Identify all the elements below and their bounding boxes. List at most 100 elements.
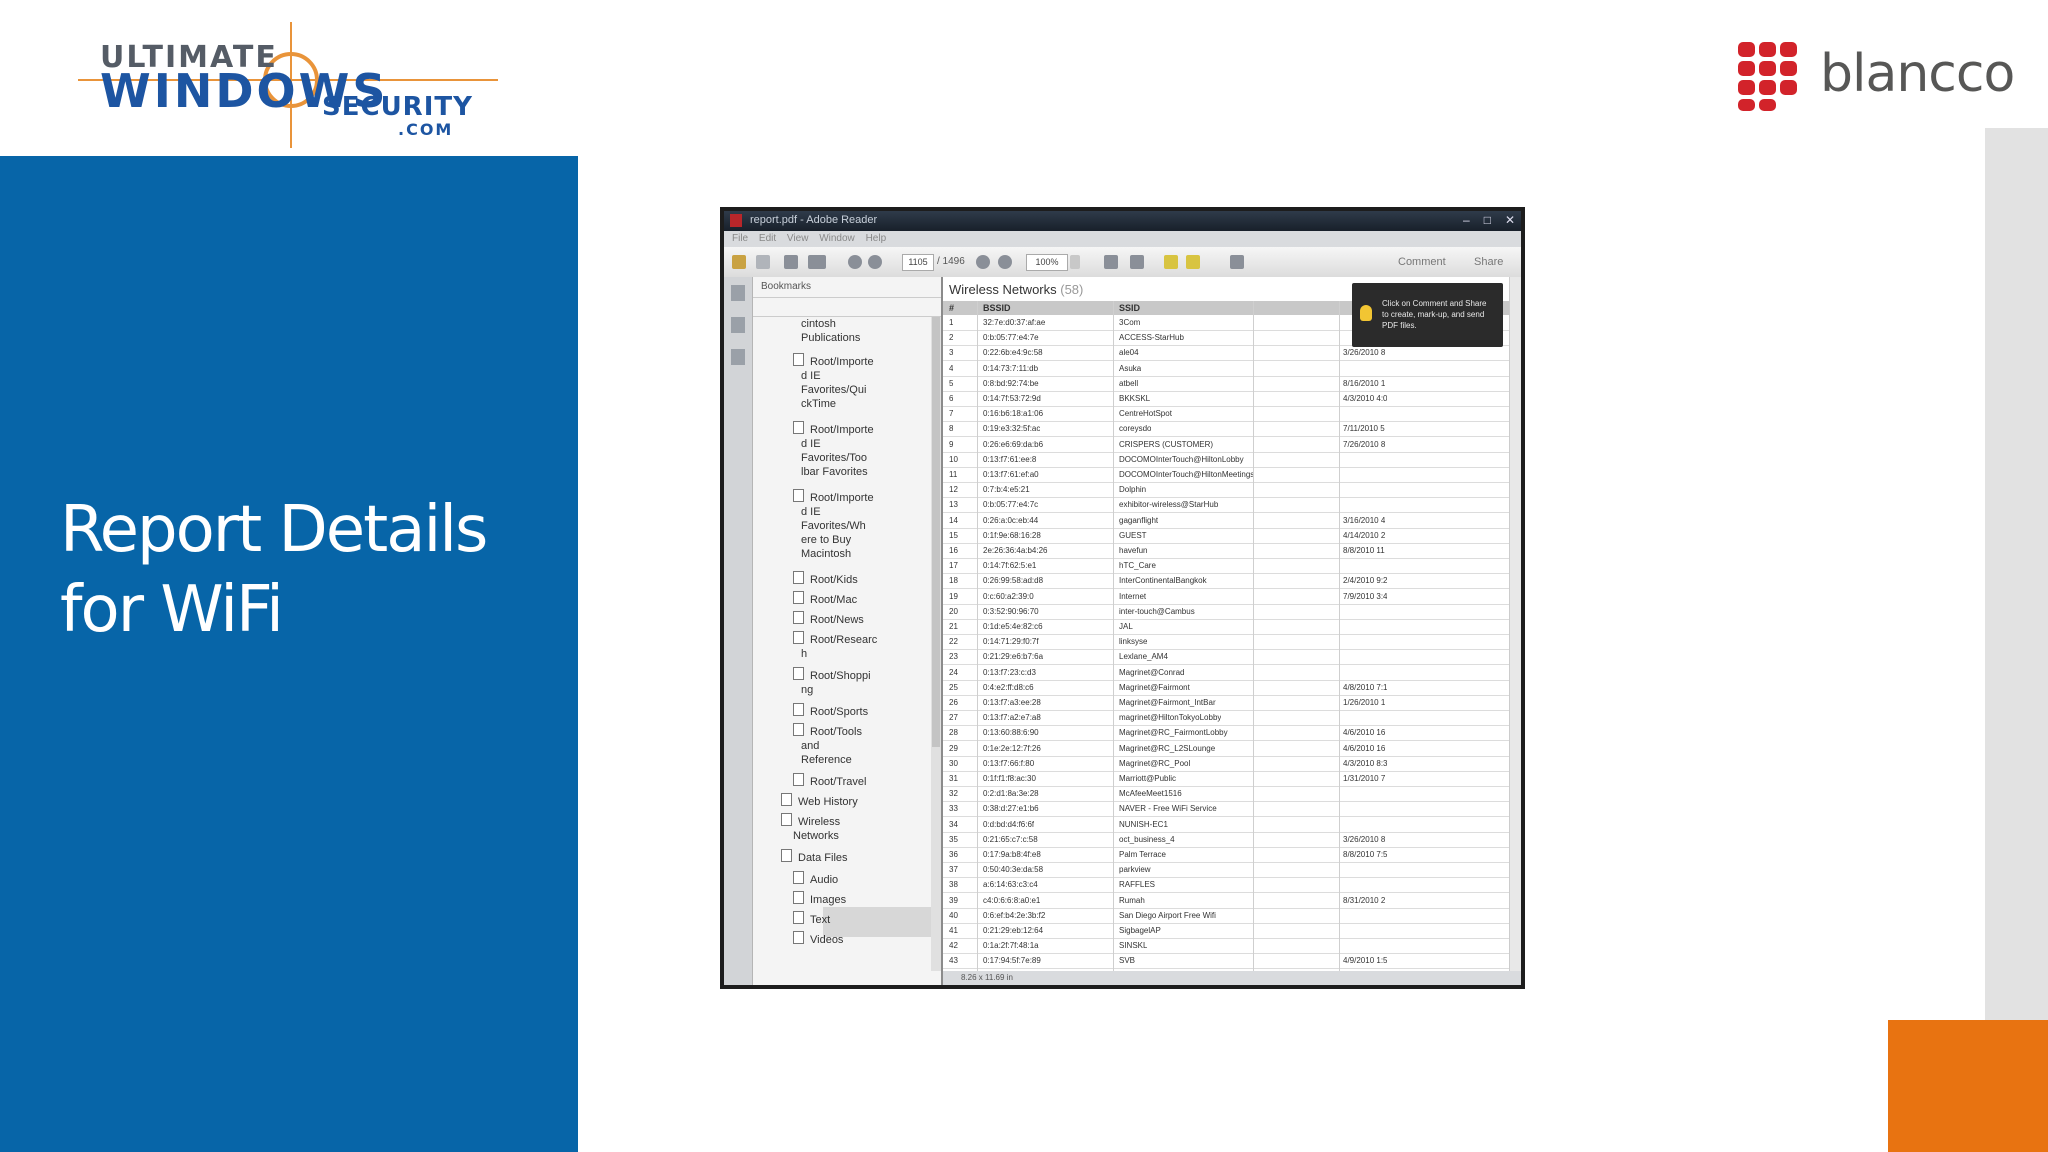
table-cell: Magrinet@Fairmont: [1119, 682, 1190, 692]
minimize-icon[interactable]: –: [1463, 213, 1470, 227]
bookmark-item[interactable]: and: [801, 739, 819, 753]
status-bar: 8.26 x 11.69 in: [943, 971, 1521, 985]
bookmark-item[interactable]: Root/Sports: [793, 703, 868, 719]
zoom-out-icon[interactable]: [976, 255, 990, 269]
bookmark-item[interactable]: d IE: [801, 437, 821, 451]
sticky-note-icon[interactable]: [1164, 255, 1178, 269]
zoom-in-icon[interactable]: [998, 255, 1012, 269]
email-icon[interactable]: [808, 255, 826, 269]
page-thumbnails-icon[interactable]: [731, 285, 745, 301]
bookmark-item[interactable]: Root/Importe: [793, 421, 874, 437]
bookmark-item[interactable]: Favorites/Qui: [801, 383, 866, 397]
bookmark-item[interactable]: Root/Travel: [793, 773, 866, 789]
table-cell: 8/16/2010 1: [1343, 378, 1386, 388]
table-cell: 0:21:29:e6:b7:6a: [983, 652, 1044, 662]
bookmark-item[interactable]: Favorites/Wh: [801, 519, 866, 533]
scroll-thumb[interactable]: [932, 317, 940, 747]
bookmark-item[interactable]: Reference: [801, 753, 852, 767]
bookmark-item[interactable]: Root/Importe: [793, 489, 874, 505]
bookmark-label: h: [801, 648, 808, 660]
bookmark-item[interactable]: ckTime: [801, 397, 836, 411]
document-scrollbar[interactable]: [1509, 277, 1521, 971]
bookmark-item[interactable]: h: [801, 647, 807, 661]
comment-button[interactable]: Comment: [1398, 256, 1446, 268]
table-cell: 0:21:65:c7:c:58: [983, 834, 1038, 844]
bookmark-item[interactable]: Root/Mac: [793, 591, 857, 607]
bookmarks-icon[interactable]: [731, 317, 745, 333]
bookmark-item[interactable]: Text: [793, 911, 830, 927]
expand-icon[interactable]: [1230, 255, 1244, 269]
table-cell: 16: [949, 546, 958, 555]
table-cell: 21: [949, 622, 958, 631]
open-icon[interactable]: [756, 255, 770, 269]
zoom-level-select[interactable]: 100%: [1026, 254, 1068, 271]
table-cell: havefun: [1119, 546, 1148, 555]
next-page-icon[interactable]: [868, 255, 882, 269]
table-cell: 19: [949, 591, 958, 601]
document-heading: Wireless Networks (58): [949, 282, 1083, 297]
print-icon[interactable]: [784, 255, 798, 269]
bookmark-item[interactable]: Wireless: [781, 813, 840, 829]
menu-edit[interactable]: Edit: [759, 233, 776, 244]
table-row: 27 0:13:f7:a2:e7:a8 magrinet@HiltonTokyoLo…: [943, 710, 1521, 727]
bookmark-item[interactable]: Networks: [793, 829, 839, 843]
bookmark-item[interactable]: Data Files: [781, 849, 848, 865]
bookmark-item[interactable]: d IE: [801, 505, 821, 519]
bookmark-item[interactable]: Macintosh: [801, 547, 851, 561]
table-cell: Dolphin: [1119, 485, 1147, 495]
table-cell: NUNISH-EC1: [1119, 819, 1168, 829]
column-divider: [1339, 301, 1340, 971]
bookmark-item[interactable]: ere to Buy: [801, 533, 851, 547]
bookmark-item[interactable]: Images: [793, 891, 846, 907]
fit-page-icon[interactable]: [1130, 255, 1144, 269]
table-cell: 17: [949, 561, 958, 571]
menu-help[interactable]: Help: [866, 233, 887, 244]
bookmark-item[interactable]: Root/Researc: [793, 631, 877, 647]
bookmarks-header: Bookmarks: [753, 277, 941, 298]
side-accent-bar: [1985, 128, 2048, 1152]
bookmark-item[interactable]: d IE: [801, 369, 821, 383]
table-cell: 0:38:d:27:e1:b6: [983, 804, 1039, 814]
table-cell: 0:16:b6:18:a1:06: [983, 409, 1044, 419]
attachments-icon[interactable]: [731, 349, 745, 365]
table-cell: 37: [949, 865, 958, 875]
logo-line3: SECURITY: [322, 92, 473, 122]
bookmark-item[interactable]: lbar Favorites: [801, 465, 868, 479]
bookmark-item[interactable]: Audio: [793, 871, 838, 887]
bookmark-label: Favorites/Too: [801, 452, 868, 464]
fit-width-icon[interactable]: [1104, 255, 1118, 269]
menu-file[interactable]: File: [732, 233, 748, 244]
highlight-icon[interactable]: [1186, 255, 1200, 269]
bookmark-item[interactable]: Root/Tools: [793, 723, 862, 739]
menu-window[interactable]: Window: [819, 233, 855, 244]
table-cell: 0:1f:9e:68:16:28: [983, 530, 1041, 540]
menu-view[interactable]: View: [787, 233, 809, 244]
bookmarks-scrollbar[interactable]: [931, 317, 941, 971]
bookmark-item[interactable]: Web History: [781, 793, 858, 809]
logo-line4: .COM: [398, 120, 454, 139]
orange-accent-block: [1888, 1020, 2048, 1152]
maximize-icon[interactable]: □: [1484, 213, 1491, 227]
table-cell: Magrinet@Fairmont_IntBar: [1119, 698, 1216, 707]
reader-window: report.pdf - Adobe Reader – □ ✕ File Edi…: [720, 207, 1525, 989]
bookmark-item[interactable]: Root/Importe: [793, 353, 874, 369]
previous-page-icon[interactable]: [848, 255, 862, 269]
bookmark-item[interactable]: ng: [801, 683, 813, 697]
bookmark-item[interactable]: cintosh: [801, 317, 836, 331]
page-number-input[interactable]: 1105: [902, 254, 934, 271]
share-button[interactable]: Share: [1474, 256, 1503, 268]
bookmark-item[interactable]: Publications: [801, 331, 860, 345]
window-titlebar: report.pdf - Adobe Reader – □ ✕: [724, 211, 1521, 231]
bookmark-item[interactable]: Root/News: [793, 611, 864, 627]
bookmark-item[interactable]: Root/Shoppi: [793, 667, 871, 683]
chevron-down-icon[interactable]: [1070, 255, 1080, 269]
table-cell: linksyse: [1119, 637, 1148, 647]
table-cell: DOCOMOInterTouch@HiltonMeetings: [1119, 470, 1255, 479]
create-pdf-icon[interactable]: [732, 255, 746, 269]
table-row: 41 0:21:29:eb:12:64 SigbagelAP: [943, 923, 1521, 939]
bookmark-item[interactable]: Root/Kids: [793, 571, 858, 587]
bookmark-item[interactable]: Videos: [793, 931, 843, 947]
bookmark-item[interactable]: Favorites/Too: [801, 451, 867, 465]
close-icon[interactable]: ✕: [1505, 213, 1515, 227]
bookmark-label: Root/Importe: [810, 492, 874, 504]
